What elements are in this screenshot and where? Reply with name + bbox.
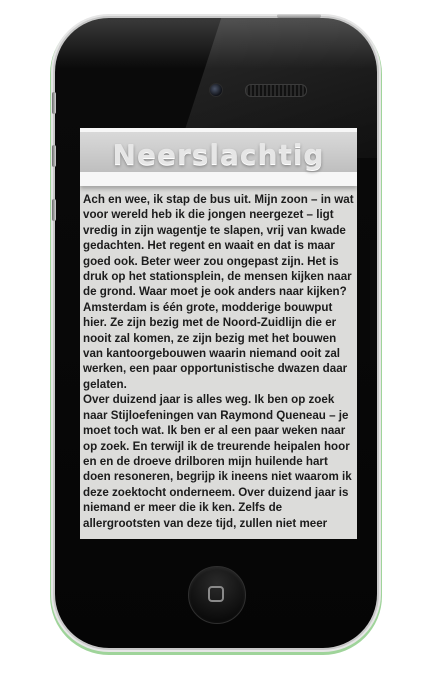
- volume-up-button[interactable]: [52, 145, 56, 167]
- phone-screen[interactable]: Neerslachtig Ach en wee, ik stap de bus …: [80, 128, 357, 539]
- page-title: Neerslachtig: [112, 138, 325, 171]
- camera-icon: [209, 83, 223, 97]
- power-button[interactable]: [277, 14, 321, 18]
- title-bar: Neerslachtig: [80, 128, 357, 186]
- mockup-stage: Neerslachtig Ach en wee, ik stap de bus …: [0, 0, 434, 674]
- article-paragraph: Over duizend jaar is alles weg. Ik ben o…: [83, 393, 352, 530]
- article-paragraph: Ach en wee, ik stap de bus uit. Mijn zoo…: [83, 193, 354, 391]
- mute-switch[interactable]: [52, 92, 56, 114]
- home-button[interactable]: [188, 566, 246, 624]
- article-body[interactable]: Ach en wee, ik stap de bus uit. Mijn zoo…: [83, 192, 355, 531]
- volume-down-button[interactable]: [52, 199, 56, 221]
- rounded-square-icon: [208, 586, 224, 602]
- speaker-grille-icon: [245, 84, 307, 97]
